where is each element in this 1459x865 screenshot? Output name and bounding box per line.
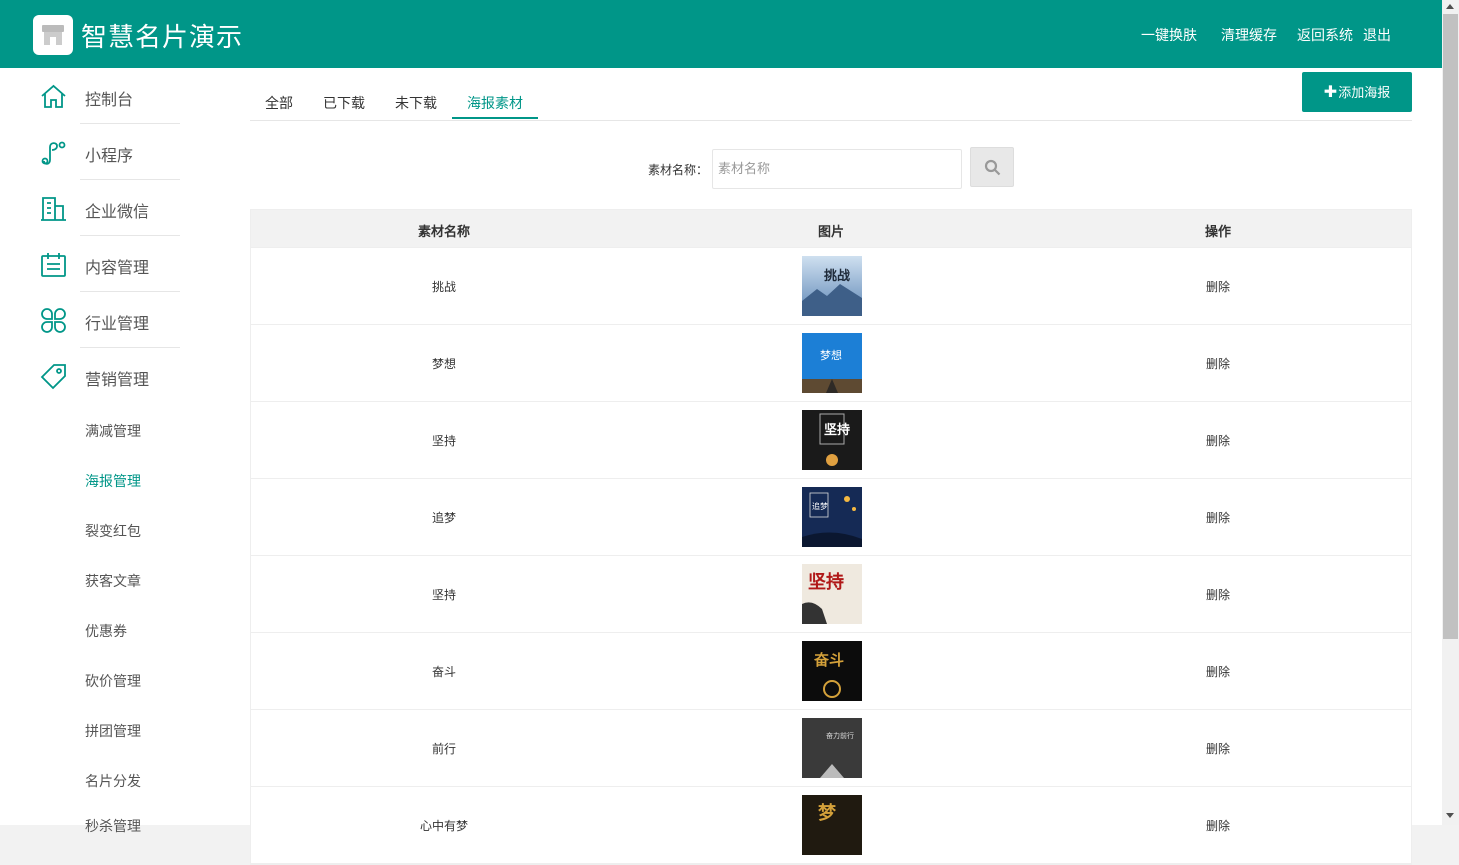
table-row: 挑战 挑战 删除 (251, 248, 1411, 325)
sidebar-item-enterprise-wechat[interactable]: 企业微信 (0, 180, 220, 236)
sidebar-sub-item[interactable]: 获客文章 (85, 571, 141, 591)
building-icon (41, 197, 66, 221)
table-row: 心中有梦 梦 删除 (251, 787, 1411, 864)
logo (33, 15, 73, 55)
material-name: 追梦 (431, 511, 456, 525)
sidebar: 控制台 小程序 企业微信 内容管理 行业管理 营销管理 满减管理 海报管理 裂变… (0, 68, 220, 835)
scroll-up-icon[interactable] (1446, 4, 1454, 9)
calendar-list-icon (41, 253, 66, 277)
delete-button[interactable]: 删除 (1118, 586, 1318, 603)
tab-downloaded[interactable]: 已下载 (323, 93, 365, 113)
thumb-text: 梦 (818, 802, 837, 824)
sidebar-sub-item[interactable]: 秒杀管理 (85, 816, 141, 836)
scroll-thumb[interactable] (1443, 14, 1458, 639)
back-to-system-link[interactable]: 返回系统 (1297, 25, 1353, 45)
search-label: 素材名称： (648, 163, 709, 177)
delete-button[interactable]: 删除 (1118, 432, 1318, 449)
poster-thumbnail: 梦 (802, 795, 862, 855)
delete-button[interactable]: 删除 (1118, 817, 1318, 834)
table-row: 梦想 梦想 删除 (251, 325, 1411, 402)
page-scrollbar[interactable] (1442, 0, 1459, 825)
thumb-text: 奋斗 (813, 651, 844, 669)
material-name: 奋斗 (431, 665, 456, 679)
table-row: 坚持 坚持 删除 (251, 556, 1411, 633)
top-header: 智慧名片演示 一键换肤 清理缓存 返回系统 退出 (0, 0, 1442, 68)
sidebar-sub-item[interactable]: 拼团管理 (85, 721, 141, 741)
logout-link[interactable]: 退出 (1363, 25, 1391, 45)
skin-switch-link[interactable]: 一键换肤 (1141, 25, 1197, 45)
scroll-down-icon[interactable] (1446, 813, 1454, 818)
sidebar-sub-item[interactable]: 砍价管理 (85, 671, 141, 691)
delete-button[interactable]: 删除 (1118, 509, 1318, 526)
sidebar-sub-item[interactable]: 名片分发 (85, 771, 141, 791)
app-title: 智慧名片演示 (81, 23, 244, 53)
delete-button[interactable]: 删除 (1118, 663, 1318, 680)
poster-thumbnail: 追梦 (802, 487, 862, 547)
column-header-name: 素材名称 (417, 225, 470, 240)
sidebar-sub-item[interactable]: 裂变红包 (85, 521, 141, 541)
active-tab-indicator (452, 117, 538, 119)
material-name: 心中有梦 (419, 819, 468, 833)
clear-cache-link[interactable]: 清理缓存 (1221, 25, 1277, 45)
tab-bar: 全部 已下载 未下载 海报素材 (250, 68, 1412, 121)
poster-thumbnail: 奋力前行 (802, 718, 862, 778)
sidebar-sub-item[interactable]: 满减管理 (85, 421, 141, 441)
store-icon (42, 25, 64, 45)
delete-button[interactable]: 删除 (1118, 355, 1318, 372)
sidebar-item-industry[interactable]: 行业管理 (0, 292, 220, 348)
thumb-text: 挑战 (824, 268, 850, 284)
miniprogram-icon (41, 141, 66, 165)
sidebar-item-miniprogram[interactable]: 小程序 (0, 124, 220, 180)
add-poster-button[interactable]: ✚添加海报 (1302, 72, 1412, 112)
thumb-text: 坚持 (824, 422, 850, 438)
thumb-text: 坚持 (808, 571, 844, 593)
material-name: 挑战 (431, 280, 456, 294)
sidebar-sub-item-active[interactable]: 海报管理 (85, 471, 141, 491)
delete-button[interactable]: 删除 (1118, 278, 1318, 295)
clover-icon (41, 308, 66, 333)
poster-thumbnail: 奋斗 (802, 641, 862, 701)
search-icon (984, 159, 1001, 176)
thumb-text: 奋力前行 (826, 731, 854, 740)
poster-thumbnail: 坚持 (802, 410, 862, 470)
table-row: 坚持 坚持 删除 (251, 402, 1411, 479)
search-input[interactable] (712, 149, 962, 189)
plus-icon: ✚ (1323, 82, 1338, 101)
sidebar-item-label: 营销管理 (85, 370, 150, 389)
sidebar-item-label: 小程序 (85, 146, 134, 165)
sidebar-item-label: 企业微信 (85, 202, 150, 221)
tab-not-downloaded[interactable]: 未下载 (395, 93, 437, 113)
column-header-image: 图片 (817, 225, 844, 240)
tab-all[interactable]: 全部 (265, 93, 293, 113)
column-header-action: 操作 (1204, 225, 1231, 240)
sidebar-item-console[interactable]: 控制台 (0, 68, 220, 124)
add-poster-label: 添加海报 (1338, 86, 1391, 101)
table-header: 素材名称 图片 操作 (251, 210, 1411, 248)
tag-icon (40, 364, 66, 390)
main-content: 全部 已下载 未下载 海报素材 ✚添加海报 素材名称： 素材名称 图片 操作 挑… (220, 68, 1442, 865)
sidebar-sub-item[interactable]: 优惠券 (85, 621, 127, 641)
sidebar-item-label: 控制台 (85, 90, 134, 109)
delete-button[interactable]: 删除 (1118, 740, 1318, 757)
poster-thumbnail: 坚持 (802, 564, 862, 624)
tab-poster-materials[interactable]: 海报素材 (467, 93, 523, 113)
poster-thumbnail: 挑战 (802, 256, 862, 316)
search-button[interactable] (970, 147, 1014, 187)
material-name: 坚持 (431, 434, 456, 448)
table-row: 奋斗 奋斗 删除 (251, 633, 1411, 710)
table-row: 前行 奋力前行 删除 (251, 710, 1411, 787)
sidebar-item-content[interactable]: 内容管理 (0, 236, 220, 292)
sidebar-item-label: 内容管理 (85, 258, 150, 277)
poster-thumbnail: 梦想 (802, 333, 862, 393)
home-icon (41, 84, 66, 108)
thumb-text: 梦想 (820, 348, 842, 362)
sidebar-item-label: 行业管理 (85, 314, 150, 333)
sidebar-item-marketing[interactable]: 营销管理 (0, 348, 220, 404)
material-name: 梦想 (431, 357, 456, 371)
table-row: 追梦 追梦 删除 (251, 479, 1411, 556)
thumb-text: 追梦 (812, 501, 828, 511)
material-name: 前行 (431, 742, 456, 756)
material-name: 坚持 (431, 588, 456, 602)
materials-table: 素材名称 图片 操作 挑战 挑战 删除 梦想 梦想 删除 坚持 坚持 删除 追梦… (250, 209, 1412, 865)
